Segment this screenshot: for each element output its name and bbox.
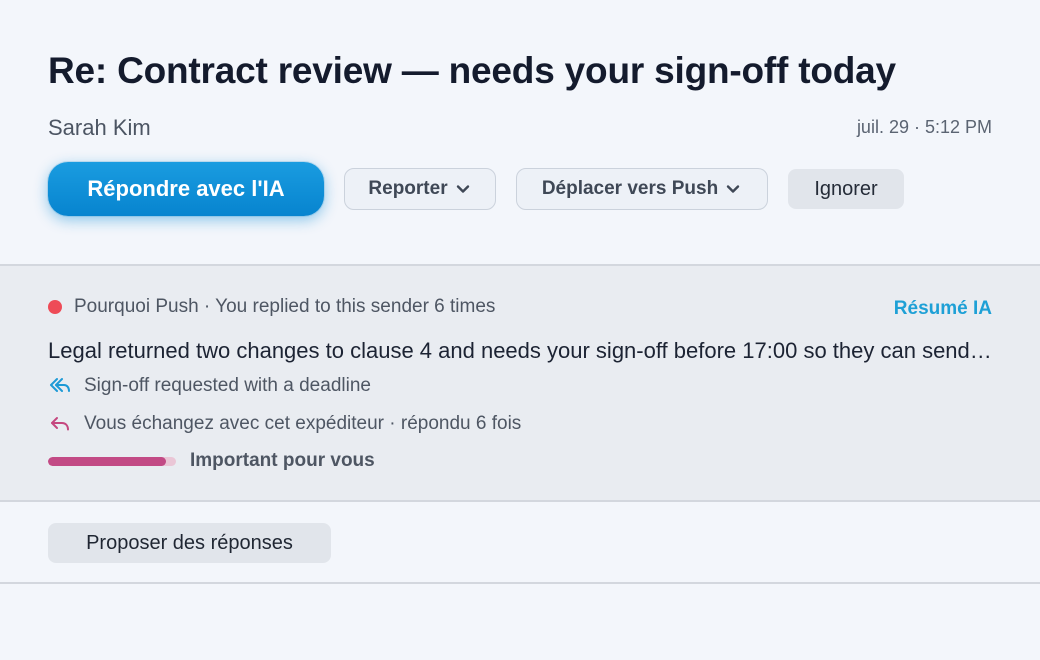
snooze-button-label: Reporter bbox=[368, 178, 448, 199]
move-button-label: Déplacer vers Push bbox=[541, 178, 719, 199]
importance-label: Important pour vous bbox=[190, 450, 375, 471]
reply-with-ai-button[interactable]: Répondre avec l'IA bbox=[48, 162, 324, 216]
importance-bar-fill bbox=[48, 456, 166, 466]
signal-item: Sign-off requested with a deadline bbox=[48, 375, 371, 397]
chevron-down-icon bbox=[726, 185, 740, 193]
suggest-replies-area: Proposer des réponses bbox=[0, 502, 1040, 584]
email-subject: Re: Contract review — needs your sign-of… bbox=[48, 50, 896, 91]
importance-bar bbox=[48, 456, 176, 466]
email-date: juil. 29 · 5:12 PM bbox=[856, 117, 992, 137]
signal-item: Vous échangez avec cet expéditeur · répo… bbox=[48, 413, 521, 435]
ignore-button[interactable]: Ignorer bbox=[788, 169, 904, 209]
snooze-button[interactable]: Reporter bbox=[344, 168, 496, 210]
sender-name[interactable]: Sarah Kim bbox=[48, 115, 151, 141]
signal-text: Vous échangez avec cet expéditeur · répo… bbox=[84, 413, 522, 434]
ai-insight-panel: Pourquoi Push · You replied to this send… bbox=[0, 264, 1040, 502]
alert-dot-icon bbox=[48, 300, 62, 314]
reply-all-icon bbox=[50, 378, 70, 392]
signal-text: Sign-off requested with a deadline bbox=[84, 375, 371, 396]
reply-arrow-icon bbox=[51, 417, 69, 431]
why-push-text: Pourquoi Push · You replied to this send… bbox=[74, 296, 496, 317]
ai-summary-link[interactable]: Résumé IA bbox=[894, 298, 992, 320]
email-header: Re: Contract review — needs your sign-of… bbox=[0, 0, 1040, 264]
importance-meter: Important pour vous bbox=[48, 450, 375, 472]
suggest-replies-button[interactable]: Proposer des réponses bbox=[48, 523, 331, 563]
chevron-down-icon bbox=[456, 185, 469, 193]
why-push-row: Pourquoi Push · You replied to this send… bbox=[48, 296, 495, 318]
ai-summary-text: Legal returned two changes to clause 4 a… bbox=[48, 338, 992, 363]
move-to-push-button[interactable]: Déplacer vers Push bbox=[516, 168, 768, 210]
